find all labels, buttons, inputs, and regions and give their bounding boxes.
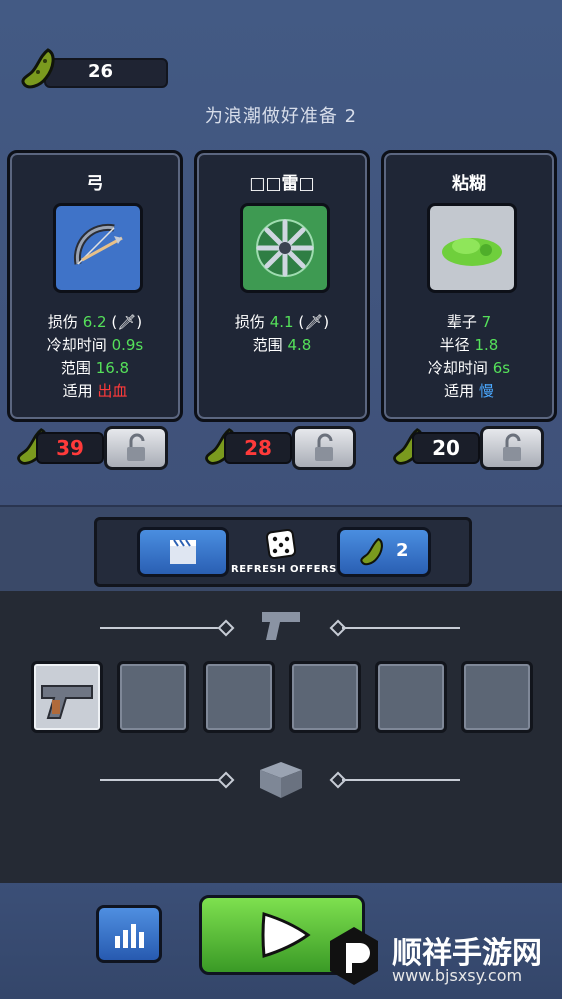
price-row-bow: 39 bbox=[14, 426, 174, 470]
divider bbox=[100, 779, 222, 781]
bar-chart-icon bbox=[115, 924, 144, 948]
watch-video-button[interactable] bbox=[137, 527, 229, 577]
pickle-icon bbox=[360, 537, 383, 566]
price-goo: 20 bbox=[412, 432, 480, 464]
watermark-logo bbox=[330, 927, 378, 985]
price-bow: 39 bbox=[36, 432, 104, 464]
card-title: 粘糊 bbox=[452, 174, 486, 194]
dice-icon bbox=[265, 528, 297, 560]
shuriken-icon bbox=[240, 203, 330, 293]
price-shuriken: 28 bbox=[224, 432, 292, 464]
card-stats: 损伤 6.2 (🗡) 冷却时间 0.9s 范围 16.8 适用 出血 bbox=[46, 313, 144, 400]
refresh-offers-label: REFRESH OFFERS bbox=[231, 564, 337, 575]
inventory-slot[interactable] bbox=[461, 661, 533, 733]
card-stats: 损伤 4.1 (🗡) 范围 4.8 bbox=[234, 313, 330, 354]
price-row-goo: 20 bbox=[390, 426, 550, 470]
stats-button[interactable] bbox=[96, 905, 162, 963]
unlock-icon[interactable] bbox=[480, 426, 544, 470]
inventory-slot[interactable] bbox=[375, 661, 447, 733]
bow-icon bbox=[53, 203, 143, 293]
price-row-shuriken: 28 bbox=[202, 426, 362, 470]
card-title: 弓 bbox=[86, 174, 104, 194]
divider bbox=[342, 779, 460, 781]
divider bbox=[342, 627, 460, 629]
inventory-slot[interactable] bbox=[203, 661, 275, 733]
pistol-icon bbox=[41, 685, 93, 719]
unlock-icon[interactable] bbox=[104, 426, 168, 470]
inventory-slot[interactable] bbox=[117, 661, 189, 733]
pistol-icon bbox=[262, 612, 300, 640]
wave-title: 为浪潮做好准备 2 bbox=[204, 106, 358, 127]
offer-card-shuriken[interactable]: □□雷□ 损伤 4.1 (🗡) 范围 4.8 bbox=[194, 150, 370, 422]
inventory-slot[interactable] bbox=[289, 661, 361, 733]
refresh-cost: 2 bbox=[396, 540, 409, 561]
divider bbox=[100, 627, 222, 629]
box-icon bbox=[260, 762, 302, 798]
refresh-pickle-button[interactable]: 2 bbox=[337, 527, 431, 577]
goo-icon bbox=[427, 203, 517, 293]
card-title: □□雷□ bbox=[249, 174, 315, 194]
offer-card-bow[interactable]: 弓 损伤 6.2 (🗡) 冷却时间 0.9s 范围 16.8 适用 出血 bbox=[7, 150, 183, 422]
inventory-slot-pistol[interactable] bbox=[31, 661, 103, 733]
currency-display: 26 bbox=[18, 46, 168, 89]
unlock-icon[interactable] bbox=[292, 426, 356, 470]
clapperboard-icon bbox=[170, 539, 196, 564]
pickle-icon bbox=[21, 48, 55, 89]
card-stats: 辈子 7 半径 1.8 冷却时间 6s 适用 慢 bbox=[427, 313, 511, 400]
watermark-url: www.bjsxsy.com bbox=[392, 966, 523, 985]
refresh-offers-panel: REFRESH OFFERS 2 bbox=[94, 517, 472, 587]
currency-amount: 26 bbox=[88, 61, 114, 82]
offer-card-goo[interactable]: 粘糊 辈子 7 半径 1.8 冷却时间 6s 适用 慢 bbox=[381, 150, 557, 422]
